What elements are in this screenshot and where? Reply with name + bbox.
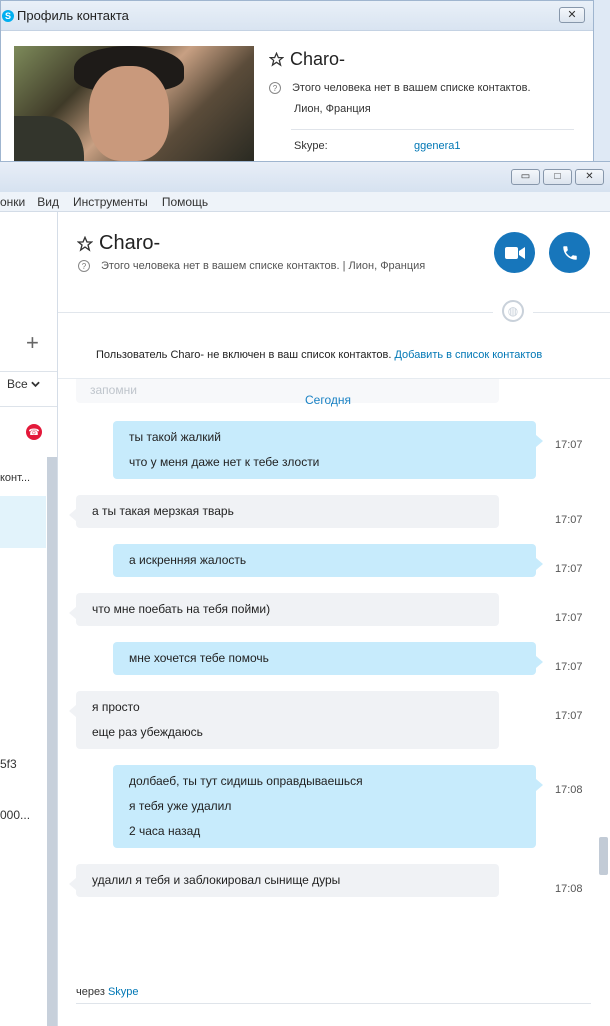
info-icon: ? <box>78 260 90 272</box>
profile-window-title: Профиль контакта <box>17 8 129 23</box>
video-call-icon <box>504 246 525 259</box>
star-icon[interactable] <box>77 235 93 252</box>
via-skype-label: через Skype <box>76 986 139 998</box>
profile-not-in-contacts: Этого человека нет в вашем списке контак… <box>292 82 531 94</box>
message-line: долбаеб, ты тут сидишь оправдываешься <box>129 774 363 788</box>
not-in-contacts-notice: Пользователь Charo- не включен в ваш спи… <box>96 349 542 361</box>
maximize-button[interactable]: □ <box>543 169 572 185</box>
message-time: 17:07 <box>555 514 583 526</box>
via-prefix: через <box>76 986 108 998</box>
message-line: удалил я тебя и заблокировал сынище дуры <box>92 873 341 887</box>
contacts-sidebar: + Все ☎ конт... 5f3 000... <box>0 212 58 1026</box>
sidebar-item-selected[interactable] <box>0 496 46 548</box>
composer-divider <box>76 1003 591 1004</box>
notice-text: Пользователь Charo- не включен в ваш спи… <box>96 349 395 361</box>
message-bubble-outgoing[interactable]: ты такой жалкий что у меня даже нет к те… <box>113 421 543 479</box>
skype-main-window: ▭ □ ✕ онки Вид Инструменты Помощь + Все … <box>0 161 610 1026</box>
sidebar-item-snippet[interactable]: конт... <box>0 472 30 484</box>
sidebar-divider <box>0 371 57 372</box>
menu-item-calls[interactable]: онки <box>0 195 25 209</box>
message-time: 17:07 <box>555 710 583 722</box>
menu-item-tools[interactable]: Инструменты <box>73 195 148 209</box>
message-time: 17:07 <box>555 563 583 575</box>
info-icon: ? <box>269 82 281 94</box>
conversation-name-text: Charo- <box>99 232 161 254</box>
add-contact-button[interactable]: + <box>26 330 39 356</box>
profile-close-button[interactable]: ✕ <box>559 7 585 23</box>
header-divider <box>58 312 493 313</box>
message-bubble-outgoing[interactable]: а искренняя жалость <box>113 544 543 577</box>
end-call-icon[interactable]: ☎ <box>26 424 42 440</box>
message-time: 17:07 <box>555 612 583 624</box>
filter-label: Все <box>7 377 28 391</box>
menu-item-help[interactable]: Помощь <box>162 195 208 209</box>
message-line: а ты такая мерзкая тварь <box>92 504 234 518</box>
menu-bar: онки Вид Инструменты Помощь <box>0 192 610 212</box>
message-bubble-outgoing[interactable]: долбаеб, ты тут сидишь оправдываешься я … <box>113 765 543 848</box>
message-time: 17:08 <box>555 784 583 796</box>
conversation-subtitle: ? Этого человека нет в вашем списке конт… <box>78 260 425 272</box>
message-line: я тебя уже удалил <box>129 799 232 813</box>
message-line: 2 часа назад <box>129 824 201 838</box>
message-line: я просто <box>92 700 140 714</box>
globe-icon: ◍ <box>502 300 524 322</box>
sidebar-item-snippet[interactable]: 5f3 <box>0 757 17 771</box>
message-scrollbar[interactable] <box>599 837 608 875</box>
message-line: а искренняя жалость <box>129 553 247 567</box>
message-time: 17:07 <box>555 439 583 451</box>
conversation-contact-name: Charo- <box>77 232 160 255</box>
message-line: мне хочется тебе помочь <box>129 651 269 665</box>
minimize-button[interactable]: ▭ <box>511 169 540 185</box>
message-history[interactable]: запомни Сегодня ты такой жалкий что у ме… <box>58 379 610 899</box>
menu-item-view[interactable]: Вид <box>37 195 59 209</box>
chevron-down-icon <box>31 381 40 388</box>
skype-logo-icon: S <box>2 9 14 22</box>
date-divider: Сегодня <box>305 393 351 407</box>
sidebar-scrollbar[interactable] <box>47 457 57 1026</box>
profile-titlebar: S Профиль контакта <box>1 1 593 31</box>
message-bubble-incoming[interactable]: что мне поебать на тебя пойми) <box>69 593 499 626</box>
close-button[interactable]: ✕ <box>575 169 604 185</box>
filter-dropdown[interactable]: Все <box>7 377 40 391</box>
profile-skype-label: Skype: <box>294 140 328 152</box>
message-line: еще раз убеждаюсь <box>92 725 203 739</box>
message-line: что мне поебать на тебя пойми) <box>92 602 271 616</box>
profile-divider <box>291 129 574 130</box>
message-time: 17:08 <box>555 883 583 895</box>
voice-call-button[interactable] <box>549 232 590 273</box>
profile-status-line: ? Этого человека нет в вашем списке конт… <box>269 82 531 94</box>
sidebar-divider <box>0 406 57 407</box>
profile-contact-name: Charo- <box>269 49 345 70</box>
add-to-contacts-link[interactable]: Добавить в список контактов <box>394 349 542 361</box>
message-bubble-incoming[interactable]: а ты такая мерзкая тварь <box>69 495 499 528</box>
via-skype-link[interactable]: Skype <box>108 986 139 998</box>
header-divider <box>533 312 610 313</box>
profile-skype-id[interactable]: ggenera1 <box>414 140 461 152</box>
video-call-button[interactable] <box>494 232 535 273</box>
profile-location: Лион, Франция <box>294 103 371 115</box>
sidebar-item-snippet[interactable]: 000... <box>0 808 30 822</box>
message-bubble-incoming[interactable]: я просто еще раз убеждаюсь <box>69 691 499 749</box>
message-line: ты такой жалкий <box>129 430 221 444</box>
contact-profile-window: S Профиль контакта ✕ Charo- ? Этого чело… <box>0 0 594 170</box>
profile-name-text: Charo- <box>290 49 346 69</box>
main-titlebar: ▭ □ ✕ <box>0 162 610 192</box>
message-line: что у меня даже нет к тебе злости <box>129 455 320 469</box>
conversation-subtitle-text: Этого человека нет в вашем списке контак… <box>101 260 426 272</box>
phone-icon <box>562 245 577 260</box>
contact-avatar <box>14 46 254 161</box>
conversation-pane: Charo- ? Этого человека нет в вашем спис… <box>58 212 610 1026</box>
star-icon[interactable] <box>269 52 284 67</box>
message-bubble-outgoing[interactable]: мне хочется тебе помочь <box>113 642 543 675</box>
message-time: 17:07 <box>555 661 583 673</box>
message-bubble-incoming[interactable]: удалил я тебя и заблокировал сынище дуры <box>69 864 499 897</box>
